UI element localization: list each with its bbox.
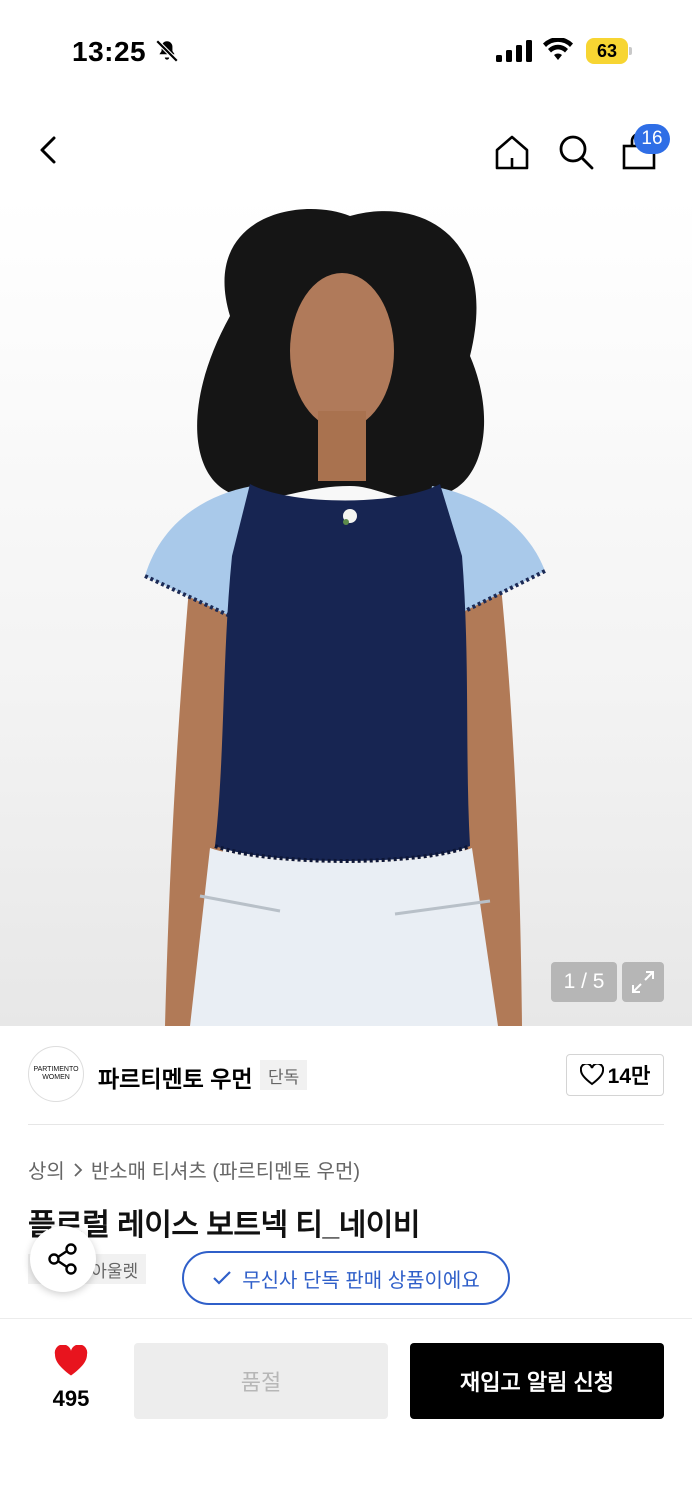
- exclusive-notice-text: 무신사 단독 판매 상품이에요: [242, 1269, 480, 1292]
- share-button[interactable]: [30, 1226, 96, 1292]
- exclusive-notice-pill: 무신사 단독 판매 상품이에요: [182, 1251, 510, 1305]
- soldout-button[interactable]: 품절: [134, 1343, 388, 1419]
- bell-slash-icon: [155, 39, 179, 63]
- status-time: 13:25: [72, 36, 147, 67]
- check-icon: [213, 1271, 232, 1285]
- brand-like-button[interactable]: 14만: [566, 1054, 664, 1096]
- breadcrumb-category[interactable]: 상의: [28, 1155, 65, 1184]
- bottom-action-bar: 495 품절 재입고 알림 신청: [0, 1318, 692, 1500]
- divider: [28, 1124, 664, 1125]
- wifi-icon: [543, 38, 573, 60]
- cart-count-badge: 16: [634, 124, 670, 154]
- brand-logo[interactable]: PARTIMENTO WOMEN: [28, 1046, 84, 1102]
- wish-button[interactable]: 495: [36, 1344, 106, 1412]
- image-counter: 1 / 5: [551, 962, 617, 1002]
- product-image[interactable]: [0, 196, 692, 1026]
- heart-outline-icon: [579, 1064, 604, 1086]
- expand-arrows-icon: [632, 971, 654, 993]
- top-nav: [0, 110, 692, 190]
- battery-level: 63: [586, 38, 628, 64]
- search-icon[interactable]: [556, 132, 596, 172]
- expand-image-button[interactable]: [622, 962, 664, 1002]
- heart-filled-icon: [54, 1344, 88, 1376]
- breadcrumb-subcategory[interactable]: 반소매 티셔츠 (파르티멘토 우먼): [91, 1155, 360, 1184]
- battery-icon: 63: [586, 38, 632, 64]
- home-icon[interactable]: [492, 132, 532, 172]
- brand-exclusive-tag: 단독: [260, 1060, 308, 1090]
- breadcrumb: 상의 반소매 티셔츠 (파르티멘토 우먼): [28, 1155, 360, 1184]
- cellular-signal-icon: [496, 40, 532, 62]
- brand-name[interactable]: 파르티멘토 우먼: [98, 1060, 253, 1094]
- brand-like-count: 14만: [607, 1065, 651, 1088]
- brand-row: PARTIMENTO WOMEN 파르티멘토 우먼 단독 14만: [28, 1046, 664, 1104]
- chevron-left-icon[interactable]: [34, 132, 66, 168]
- restock-alert-button[interactable]: 재입고 알림 신청: [410, 1343, 664, 1419]
- model-illustration: [144, 209, 546, 1026]
- status-bar: 13:25 63: [0, 0, 692, 100]
- wish-count: 495: [52, 1386, 90, 1411]
- share-icon: [48, 1243, 77, 1275]
- chevron-right-icon: [74, 1162, 83, 1177]
